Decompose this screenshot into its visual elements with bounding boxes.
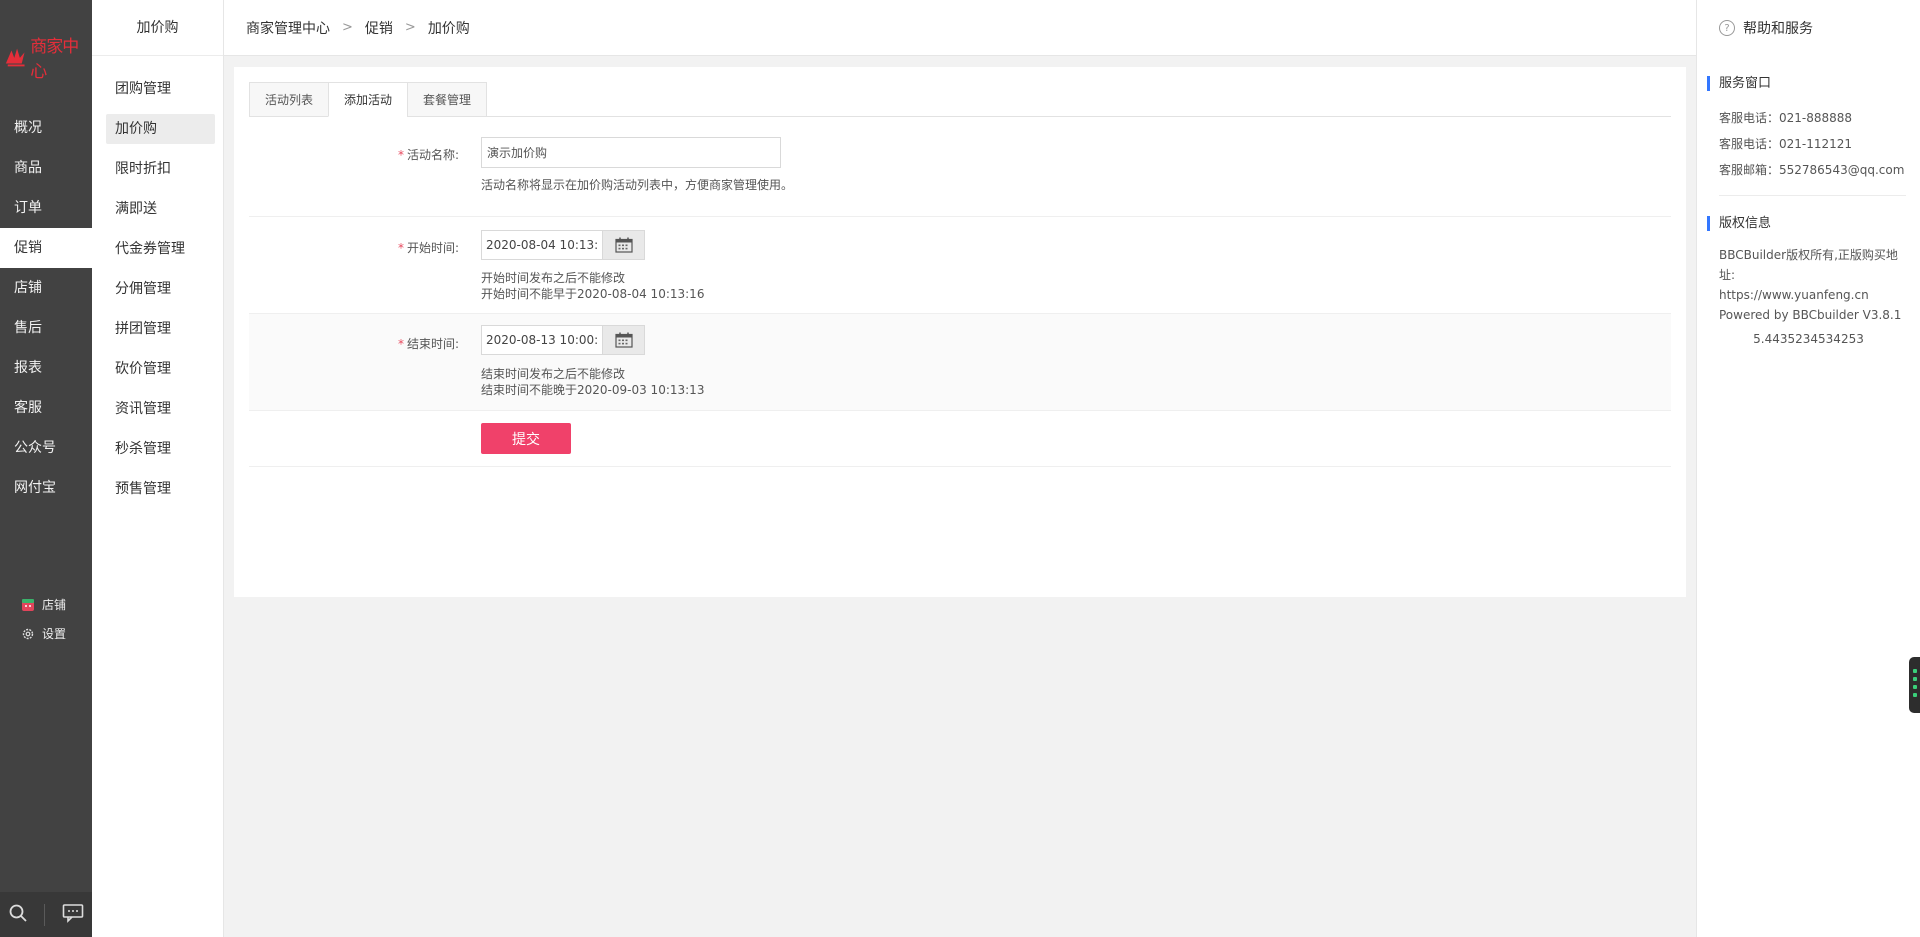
main-nav: 商家中心 概况 商品 订单 促销 店铺 售后 报表 客服 公众号 网付宝 店铺 …	[0, 0, 92, 937]
sub-item-group-buy[interactable]: 团购管理	[106, 74, 215, 104]
service-section: 服务窗口 客服电话：021-888888 客服电话：021-112121 客服邮…	[1697, 76, 1920, 183]
nav-item-orders[interactable]: 订单	[0, 188, 92, 228]
nav-settings-label: 设置	[42, 627, 67, 641]
chevron-right-icon: >	[342, 20, 353, 35]
help-divider	[1719, 195, 1906, 196]
help-panel: ? 帮助和服务 服务窗口 客服电话：021-888888 客服电话：021-11…	[1696, 0, 1920, 937]
form-row-submit: 提交	[249, 411, 1671, 467]
calendar-icon	[614, 237, 633, 253]
breadcrumb-current: 加价购	[427, 20, 470, 37]
question-icon: ?	[1719, 20, 1735, 36]
required-mark: *	[397, 148, 404, 162]
end-time-hint-1: 结束时间发布之后不能修改	[481, 367, 626, 381]
tab-activity-list[interactable]: 活动列表	[249, 82, 330, 117]
tab-add-activity[interactable]: 添加活动	[328, 82, 409, 117]
nav-item-overview[interactable]: 概况	[0, 108, 92, 148]
activity-name-hint: 活动名称将显示在加价购活动列表中，方便商家管理使用。	[481, 178, 794, 192]
copyright-title: 版权信息	[1707, 216, 1910, 231]
nav-item-reports[interactable]: 报表	[0, 348, 92, 388]
nav-bottom-links: 店铺 设置	[0, 590, 92, 648]
nav-footer	[0, 892, 92, 937]
nav-list: 概况 商品 订单 促销 店铺 售后 报表 客服 公众号 网付宝	[0, 108, 92, 508]
sub-item-group-deal[interactable]: 拼团管理	[106, 314, 215, 344]
tab-bar: 活动列表 添加活动 套餐管理	[249, 82, 1671, 117]
copyright-section: 版权信息 BBCBuilder版权所有,正版购买地址: https://www.…	[1697, 216, 1920, 349]
form-row-start-time: *开始时间: 开始时间发布之后不能修改 开始时间不能早于2020-08-04 1…	[249, 217, 1671, 314]
gear-icon	[20, 626, 36, 642]
nav-settings-link[interactable]: 设置	[0, 619, 92, 648]
side-toolbar-handle[interactable]	[1909, 657, 1920, 713]
sub-item-full-gift[interactable]: 满即送	[106, 194, 215, 224]
sub-nav: 加价购 团购管理 加价购 限时折扣 满即送 代金券管理 分佣管理 拼团管理 砍价…	[92, 0, 224, 937]
nav-item-promotion[interactable]: 促销	[0, 228, 92, 268]
logo-text: 商家中心	[30, 37, 79, 82]
calendar-icon	[614, 332, 633, 348]
help-header: ? 帮助和服务	[1697, 0, 1920, 56]
form-row-end-time: *结束时间: 结束时间发布之后不能修改 结束时间不能晚于2020-09-03 1…	[249, 314, 1671, 411]
sub-item-add-price-buy[interactable]: 加价购	[106, 114, 215, 144]
shop-icon	[20, 597, 36, 613]
breadcrumb: 商家管理中心 > 促销 > 加价购	[224, 0, 1696, 56]
nav-shop-label: 店铺	[42, 598, 67, 612]
sub-item-presale[interactable]: 预售管理	[106, 474, 215, 504]
logo-icon	[5, 48, 25, 67]
required-mark: *	[397, 241, 404, 255]
help-title: 帮助和服务	[1743, 21, 1813, 37]
end-time-hint-2: 结束时间不能晚于2020-09-03 10:13:13	[481, 383, 705, 397]
powered-by: Powered by BBCbuilder V3.8.1	[1719, 308, 1902, 322]
copyright-url[interactable]: https://www.yuanfeng.cn	[1707, 285, 1910, 305]
nav-item-after-sales[interactable]: 售后	[0, 308, 92, 348]
copyright-line-1: BBCBuilder版权所有,正版购买地址:	[1719, 248, 1898, 282]
footer-divider	[44, 903, 46, 926]
tab-package-management[interactable]: 套餐管理	[407, 82, 488, 117]
service-phone-2: 客服电话：021-112121	[1719, 137, 1853, 151]
service-phone-1: 客服电话：021-888888	[1719, 111, 1853, 125]
breadcrumb-promotion[interactable]: 促销	[365, 18, 393, 38]
end-time-label: * 结束时间:	[397, 337, 459, 351]
add-activity-form: *活动名称: 活动名称将显示在加价购活动列表中，方便商家管理使用。 *开始时间:…	[249, 137, 1671, 467]
service-title: 服务窗口	[1707, 76, 1910, 91]
nav-item-official-account[interactable]: 公众号	[0, 428, 92, 468]
sub-item-bargain[interactable]: 砍价管理	[106, 354, 215, 384]
start-time-hint-1: 开始时间发布之后不能修改	[481, 271, 626, 285]
sub-nav-title: 加价购	[92, 0, 223, 56]
version-number: 5.4435234534253	[1753, 332, 1864, 346]
calendar-button[interactable]	[602, 230, 645, 260]
nav-item-wangfubao[interactable]: 网付宝	[0, 468, 92, 508]
nav-item-goods[interactable]: 商品	[0, 148, 92, 188]
sub-item-limited-discount[interactable]: 限时折扣	[106, 154, 215, 184]
sub-item-voucher[interactable]: 代金券管理	[106, 234, 215, 264]
end-time-picker	[481, 325, 645, 355]
activity-name-label: * 活动名称:	[397, 148, 459, 162]
sub-item-flash-sale[interactable]: 秒杀管理	[106, 434, 215, 464]
sub-item-news[interactable]: 资讯管理	[106, 394, 215, 424]
nav-shop-link[interactable]: 店铺	[0, 590, 92, 619]
start-time-picker	[481, 230, 645, 260]
start-time-input[interactable]	[481, 230, 602, 260]
logo[interactable]: 商家中心	[4, 37, 90, 82]
sub-item-commission[interactable]: 分佣管理	[106, 274, 215, 304]
search-icon[interactable]	[8, 903, 28, 927]
end-time-input[interactable]	[481, 325, 602, 355]
content-card: 活动列表 添加活动 套餐管理 *活动名称: 活动名称将显示在加价购活动列表中，方…	[234, 67, 1686, 597]
start-time-label: * 开始时间:	[397, 241, 459, 255]
calendar-button[interactable]	[602, 325, 645, 355]
breadcrumb-merchant-center[interactable]: 商家管理中心	[246, 18, 330, 38]
sub-nav-list: 团购管理 加价购 限时折扣 满即送 代金券管理 分佣管理 拼团管理 砍价管理 资…	[92, 56, 223, 504]
form-row-name: *活动名称: 活动名称将显示在加价购活动列表中，方便商家管理使用。	[249, 137, 1671, 217]
nav-item-shop[interactable]: 店铺	[0, 268, 92, 308]
chevron-right-icon: >	[404, 20, 416, 35]
nav-item-customer-service[interactable]: 客服	[0, 388, 92, 428]
activity-name-input[interactable]	[481, 137, 781, 168]
service-email: 客服邮箱：552786543@qq.com	[1719, 163, 1905, 177]
required-mark: *	[397, 337, 404, 351]
start-time-hint-2: 开始时间不能早于2020-08-04 10:13:16	[481, 287, 705, 301]
chat-icon[interactable]	[62, 903, 84, 927]
submit-button[interactable]: 提交	[481, 423, 571, 454]
